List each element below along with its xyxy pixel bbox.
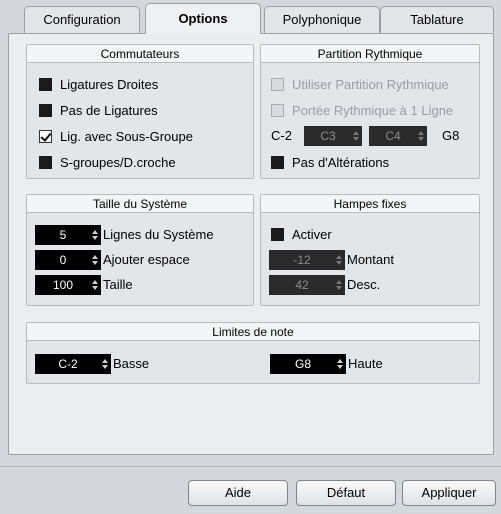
range-low-label: C-2 (271, 128, 292, 143)
checkbox-label: S-groupes/D.croche (60, 154, 176, 170)
checkbox-box[interactable] (39, 77, 52, 91)
checkbox-box[interactable] (39, 103, 52, 117)
spin-arrows-icon[interactable] (101, 359, 109, 369)
checkbox-portee-rythmique[interactable]: Portée Rythmique à 1 Ligne (271, 101, 453, 119)
spin-value: G8 (294, 357, 311, 371)
spin-arrows-icon[interactable] (352, 131, 360, 141)
checkbox-box[interactable] (271, 103, 284, 117)
desc-spinbox[interactable]: 42 (269, 275, 345, 295)
partition-high-spinbox[interactable]: C4 (369, 126, 427, 146)
spin-arrows-icon[interactable] (91, 280, 99, 290)
spin-value: C-2 (58, 357, 78, 371)
divider (0, 466, 501, 467)
haute-spinbox[interactable]: G8 (270, 354, 346, 374)
defaut-button[interactable]: Défaut (296, 480, 396, 506)
group-title: Limites de note (27, 323, 479, 341)
ajouter-espace-spinbox[interactable]: 0 (35, 250, 101, 270)
spin-value: 42 (295, 278, 309, 292)
tab-options[interactable]: Options (145, 3, 261, 34)
montant-spinbox[interactable]: -12 (269, 250, 345, 270)
checkbox-activer[interactable]: Activer (271, 225, 332, 243)
spin-value: 5 (59, 228, 67, 242)
tab-tablature[interactable]: Tablature (380, 6, 494, 33)
partition-rythmique-group: Partition Rythmique Utiliser Partition R… (260, 44, 480, 179)
checkbox-label: Pas de Ligatures (60, 102, 158, 118)
spin-value: -12 (293, 253, 311, 267)
spin-arrows-icon[interactable] (91, 230, 99, 240)
spin-arrows-icon[interactable] (417, 131, 425, 141)
group-title: Taille du Système (27, 195, 253, 213)
taille-spinbox[interactable]: 100 (35, 275, 101, 295)
tab-label: Configuration (43, 12, 121, 27)
appliquer-button[interactable]: Appliquer (402, 480, 496, 506)
spin-label: Montant (347, 252, 394, 267)
limites-note-group: Limites de note C-2 Basse G8 Haute (26, 322, 480, 384)
spin-label: Ajouter espace (103, 252, 190, 267)
checkbox-label: Portée Rythmique à 1 Ligne (292, 102, 454, 118)
checkbox-pas-alterations[interactable]: Pas d'Altérations (271, 153, 389, 171)
tab-label: Tablature (410, 12, 464, 27)
spin-arrows-icon[interactable] (335, 280, 343, 290)
checkbox-box[interactable] (39, 155, 52, 169)
checkbox-box[interactable] (271, 155, 284, 169)
spin-value: C3 (320, 129, 336, 143)
spin-arrows-icon[interactable] (336, 359, 344, 369)
spin-value: C4 (385, 129, 401, 143)
lignes-systeme-spinbox[interactable]: 5 (35, 225, 101, 245)
taille-systeme-group: Taille du Système 5 Lignes du Système 0 … (26, 194, 254, 306)
tab-polyphonique[interactable]: Polyphonique (264, 6, 380, 33)
checkbox-pas-de-ligatures[interactable]: Pas de Ligatures (39, 101, 158, 119)
range-high-label: G8 (442, 128, 460, 143)
commutateurs-group: Commutateurs Ligatures Droites Pas de Li… (26, 44, 254, 179)
spin-label: Lignes du Système (103, 227, 214, 242)
tab-configuration[interactable]: Configuration (24, 6, 140, 33)
checkbox-ligatures-droites[interactable]: Ligatures Droites (39, 75, 158, 93)
spin-label: Basse (113, 356, 150, 371)
hampes-fixes-group: Hampes fixes Activer -12 Montant 42 Desc… (260, 194, 480, 306)
partition-low-spinbox[interactable]: C3 (304, 126, 362, 146)
checkbox-box[interactable] (39, 129, 52, 143)
spin-label: Taille (103, 277, 133, 292)
checkbox-utiliser-partition[interactable]: Utiliser Partition Rythmique (271, 75, 449, 93)
checkbox-label: Activer (292, 226, 332, 242)
checkbox-box[interactable] (271, 77, 284, 91)
aide-button[interactable]: Aide (188, 480, 288, 506)
spin-arrows-icon[interactable] (91, 255, 99, 265)
spin-value: 0 (59, 253, 67, 267)
options-panel: Commutateurs Ligatures Droites Pas de Li… (8, 33, 494, 455)
tab-label: Polyphonique (282, 12, 362, 27)
checkbox-label: Ligatures Droites (60, 76, 159, 92)
spin-arrows-icon[interactable] (335, 255, 343, 265)
checkbox-box[interactable] (271, 227, 284, 241)
group-title: Commutateurs (27, 45, 253, 63)
checkbox-lig-sous-groupe[interactable]: Lig. avec Sous-Groupe (39, 127, 193, 145)
checkbox-label: Pas d'Altérations (292, 154, 390, 170)
checkbox-label: Utiliser Partition Rythmique (292, 76, 449, 92)
spin-label: Haute (348, 356, 383, 371)
spin-value: 100 (52, 278, 74, 292)
checkbox-s-groupes[interactable]: S-groupes/D.croche (39, 153, 176, 171)
checkbox-label: Lig. avec Sous-Groupe (60, 128, 193, 144)
tab-label: Options (178, 11, 228, 26)
group-title: Hampes fixes (261, 195, 479, 213)
spin-label: Desc. (347, 277, 381, 292)
group-title: Partition Rythmique (261, 45, 479, 63)
basse-spinbox[interactable]: C-2 (35, 354, 111, 374)
